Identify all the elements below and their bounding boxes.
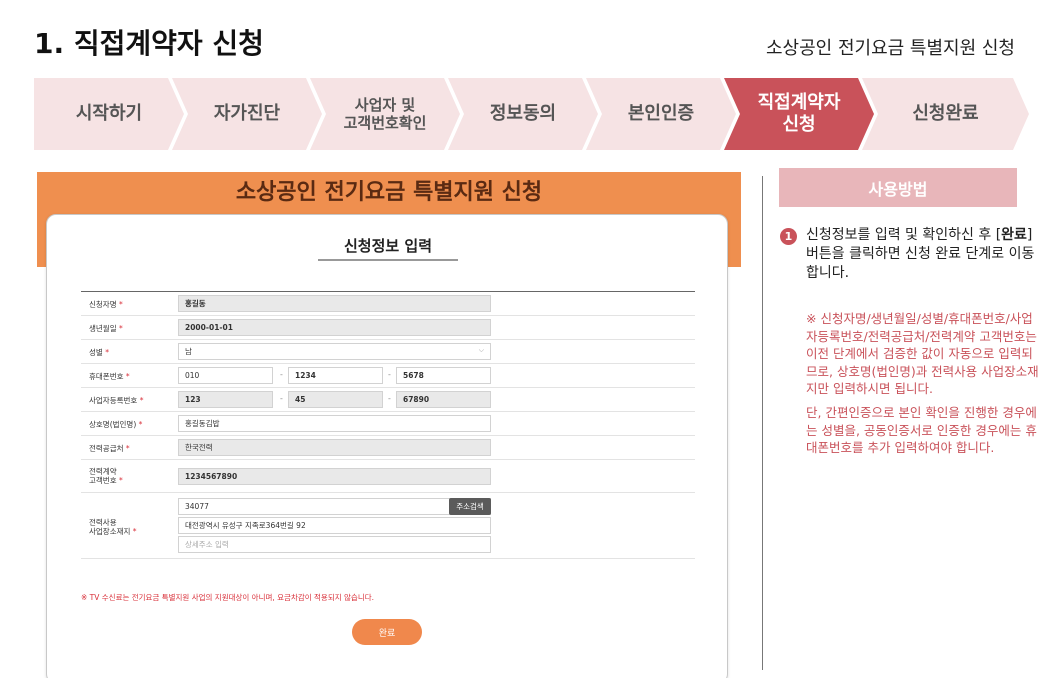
dash-separator: - — [280, 370, 283, 379]
required-mark: * — [119, 300, 123, 309]
applicant-name-field: 홍길동 — [178, 295, 491, 312]
business-reg-part2-value: 45 — [295, 395, 306, 404]
step-label: 직접계약자 신청 — [757, 92, 841, 135]
step-label: 본인인증 — [627, 103, 695, 125]
required-mark: * — [125, 372, 130, 381]
form-row-gender: 성별 * 남 ⌵ — [81, 340, 695, 364]
power-supplier-value: 한국전력 — [185, 443, 213, 452]
dash-separator: - — [280, 394, 283, 403]
application-form-card: 신청정보 입력 신청자명 * 홍길동 생년월일 * 2000-01-01 성별 … — [46, 214, 728, 678]
address-field: 대전광역시 유성구 지족로364번길 92 — [178, 517, 491, 534]
power-supplier-label: 전력공급처 — [89, 444, 124, 453]
address-label: 전력사용 사업장소재지 — [89, 518, 131, 536]
help-text-part: 신청정보를 입력 및 확인하신 후 [ — [806, 227, 1002, 243]
form-screenshot-panel: 소상공인 전기요금 특별지원 신청 신청정보 입력 신청자명 * 홍길동 생년월… — [37, 172, 741, 678]
page-subtitle: 소상공인 전기요금 특별지원 신청 — [765, 38, 1015, 59]
step-progress: 시작하기 자가진단 사업자 및 고객번호확인 정보동의 본인인증 직접계약자 신… — [34, 78, 1029, 150]
step-label: 신청완료 — [912, 103, 979, 125]
power-supplier-field: 한국전력 — [178, 439, 491, 456]
company-name-input[interactable]: 홍길동김밥 — [178, 415, 491, 432]
step-self-diagnosis: 자가진단 — [172, 78, 322, 150]
form-title: 신청정보 입력 — [343, 237, 433, 255]
required-mark: * — [119, 324, 123, 333]
help-instruction: 신청정보를 입력 및 확인하신 후 [완료] 버튼을 클릭하면 신청 완료 단계… — [806, 226, 1038, 283]
mobile-last-value: 5678 — [403, 371, 424, 380]
form-row-birth-date: 생년월일 * 2000-01-01 — [81, 316, 695, 340]
required-mark: * — [119, 476, 123, 485]
hero-title: 소상공인 전기요금 특별지원 신청 — [235, 180, 543, 205]
gender-value: 남 — [185, 347, 192, 356]
gender-select[interactable]: 남 ⌵ — [178, 343, 491, 360]
required-mark: * — [125, 444, 130, 453]
dash-separator: - — [388, 370, 391, 379]
applicant-name-value: 홍길동 — [185, 299, 206, 308]
help-header: 사용방법 — [779, 168, 1017, 207]
step-start: 시작하기 — [34, 78, 184, 150]
postal-code-value: 34077 — [185, 502, 209, 511]
step-identity-verification: 본인인증 — [586, 78, 736, 150]
address-detail-input[interactable]: 상세주소 입력 — [178, 536, 491, 553]
form-row-contract-customer-no: 전력계약 고객번호 * 1234567890 — [81, 460, 695, 493]
tv-fee-notice: ※ TV 수신료는 전기요금 특별지원 사업의 지원대상이 아니며, 요금차감이… — [81, 593, 375, 602]
required-mark: * — [132, 527, 137, 536]
business-reg-label: 사업자등록번호 — [89, 396, 138, 405]
mobile-prefix-field[interactable]: 010 — [178, 367, 273, 384]
company-name-value: 홍길동김밥 — [185, 419, 220, 428]
panel-divider — [762, 176, 763, 670]
step-label: 시작하기 — [75, 103, 143, 125]
title-underline — [318, 259, 458, 261]
business-reg-part1-field: 123 — [178, 391, 273, 408]
contract-customer-no-value: 1234567890 — [185, 472, 238, 481]
page-title: 1. 직접계약자 신청 — [34, 27, 264, 60]
form-row-company-name: 상호명(법인명) * 홍길동김밥 — [81, 412, 695, 436]
form-row-address: 전력사용 사업장소재지 * 34077 주소검색 대전광역시 유성구 지족로36… — [81, 493, 695, 559]
business-reg-part1-value: 123 — [185, 395, 201, 404]
step-number-badge: 1 — [780, 228, 797, 245]
form-row-mobile: 휴대폰번호 * 010 - 1234 - 5678 — [81, 364, 695, 388]
required-mark: * — [139, 396, 144, 405]
step-direct-contract: 직접계약자 신청 — [724, 78, 874, 150]
gender-label: 성별 — [89, 348, 103, 357]
chevron-down-icon: ⌵ — [478, 346, 484, 354]
address-search-button[interactable]: 주소검색 — [449, 498, 491, 515]
contract-customer-no-label: 전력계약 고객번호 — [89, 467, 117, 485]
help-text-bold: 완료 — [1001, 227, 1027, 243]
help-note-extra-input: 단, 간편인증으로 본인 확인을 진행한 경우에는 성별을, 공동인증서로 인증… — [806, 405, 1037, 455]
mobile-last-field[interactable]: 5678 — [396, 367, 491, 384]
form-row-applicant-name: 신청자명 * 홍길동 — [81, 292, 695, 316]
address-detail-placeholder: 상세주소 입력 — [185, 540, 229, 549]
company-name-label: 상호명(법인명) — [89, 420, 137, 429]
complete-button[interactable]: 완료 — [352, 619, 422, 645]
step-consent: 정보동의 — [448, 78, 598, 150]
applicant-name-label: 신청자명 — [89, 300, 117, 309]
help-note-autofill: ※ 신청자명/생년월일/성별/휴대폰번호/사업자등록번호/전력공급처/전력계약 … — [806, 311, 1039, 396]
step-business-check: 사업자 및 고객번호확인 — [310, 78, 460, 150]
required-mark: * — [138, 420, 143, 429]
contract-customer-no-field: 1234567890 — [178, 468, 491, 485]
mobile-label: 휴대폰번호 — [89, 372, 124, 381]
step-label: 정보동의 — [489, 103, 557, 125]
step-label: 사업자 및 고객번호확인 — [343, 96, 427, 132]
form-row-business-reg: 사업자등록번호 * 123 - 45 - 67890 — [81, 388, 695, 412]
birth-date-field: 2000-01-01 — [178, 319, 491, 336]
step-label: 자가진단 — [213, 103, 281, 125]
dash-separator: - — [388, 394, 391, 403]
business-reg-part3-field: 67890 — [396, 391, 491, 408]
birth-date-value: 2000-01-01 — [185, 323, 233, 332]
birth-date-label: 생년월일 — [89, 324, 117, 333]
address-value: 대전광역시 유성구 지족로364번길 92 — [185, 521, 306, 530]
postal-code-field: 34077 — [178, 498, 491, 515]
mobile-middle-value: 1234 — [295, 371, 316, 380]
mobile-prefix-value: 010 — [185, 371, 200, 380]
business-reg-part3-value: 67890 — [403, 395, 430, 404]
step-complete: 신청완료 — [862, 78, 1029, 150]
mobile-middle-field[interactable]: 1234 — [288, 367, 383, 384]
form-row-power-supplier: 전력공급처 * 한국전력 — [81, 436, 695, 460]
business-reg-part2-field: 45 — [288, 391, 383, 408]
required-mark: * — [105, 348, 109, 357]
